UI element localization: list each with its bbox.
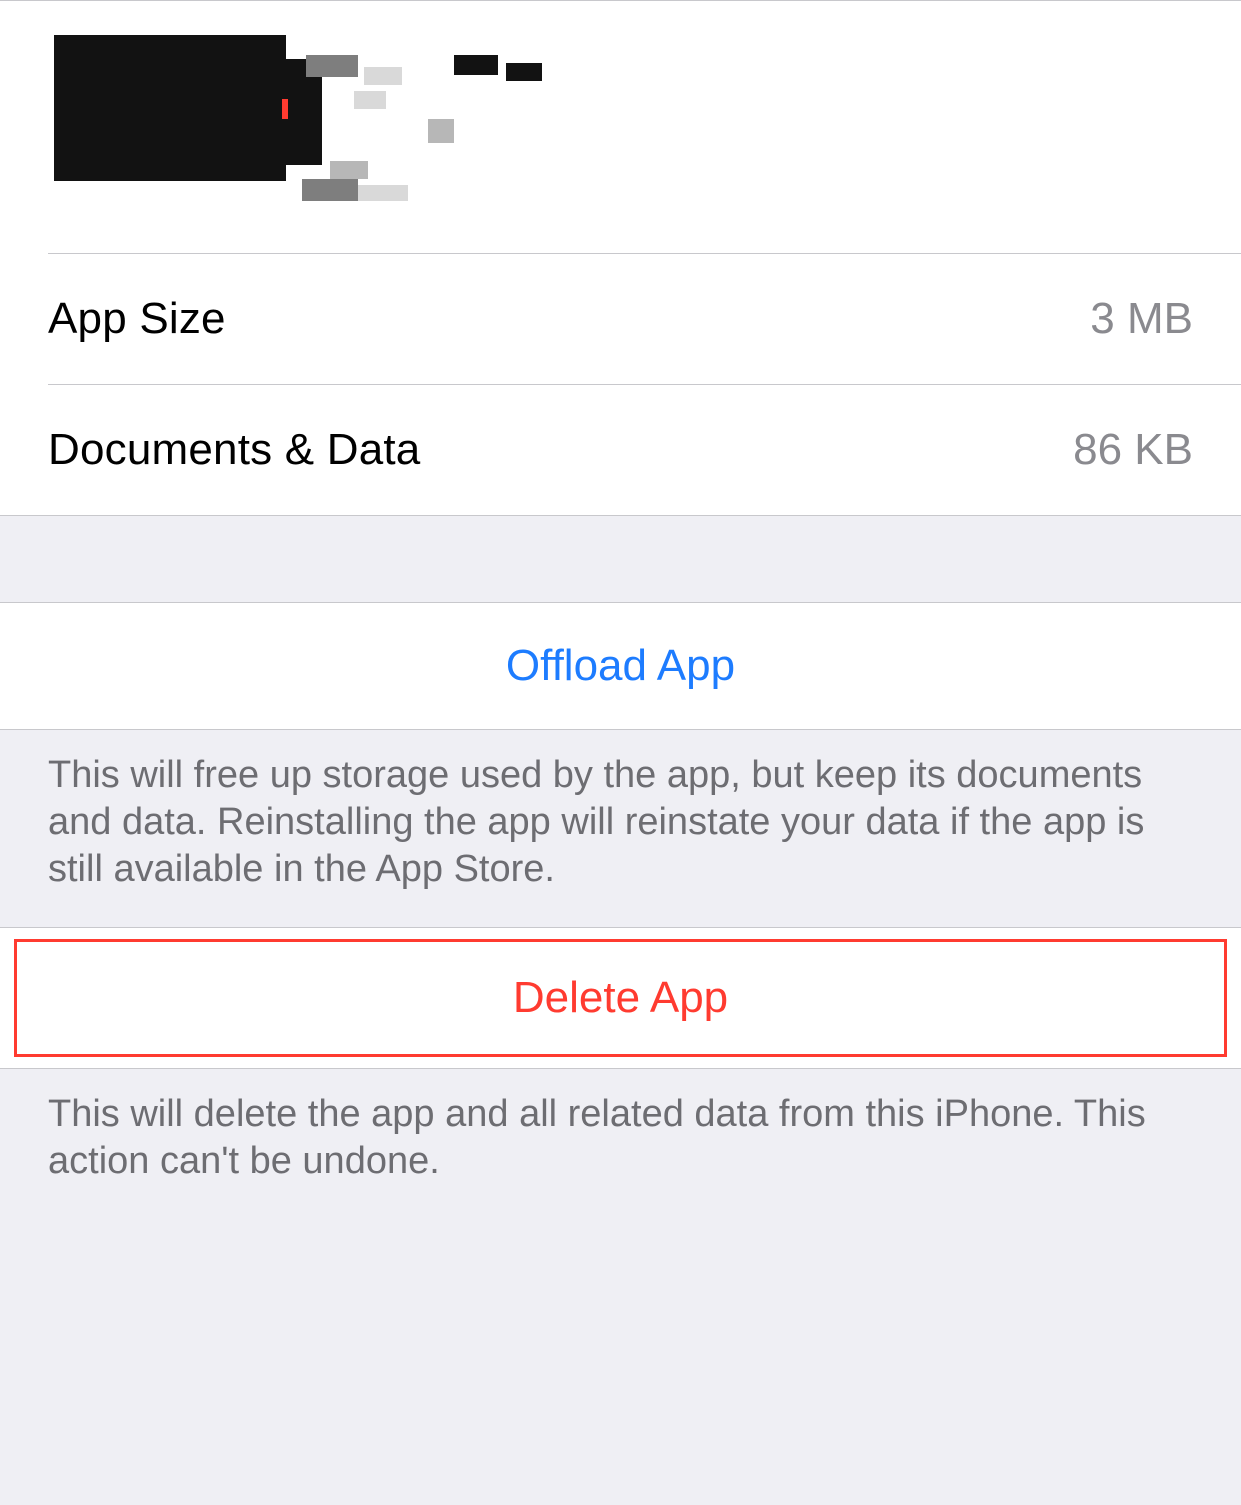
section-spacer	[0, 516, 1241, 602]
app-size-label: App Size	[48, 294, 226, 344]
offload-app-label: Offload App	[506, 641, 735, 691]
app-size-value: 3 MB	[1090, 294, 1193, 344]
delete-app-highlight: Delete App	[14, 939, 1227, 1057]
offload-app-description: This will free up storage used by the ap…	[0, 730, 1241, 927]
delete-app-description: This will delete the app and all related…	[0, 1069, 1241, 1219]
delete-app-button[interactable]: Delete App	[17, 942, 1224, 1054]
documents-data-row: Documents & Data 86 KB	[0, 385, 1241, 515]
documents-data-value: 86 KB	[1073, 425, 1193, 475]
app-size-row: App Size 3 MB	[0, 254, 1241, 384]
delete-app-label: Delete App	[513, 973, 728, 1023]
documents-data-label: Documents & Data	[48, 425, 420, 475]
offload-app-button[interactable]: Offload App	[0, 602, 1241, 730]
app-info-section: App Size 3 MB Documents & Data 86 KB	[0, 0, 1241, 516]
delete-app-section: Delete App	[0, 927, 1241, 1069]
app-header-row	[0, 1, 1241, 253]
app-icon	[48, 29, 346, 205]
